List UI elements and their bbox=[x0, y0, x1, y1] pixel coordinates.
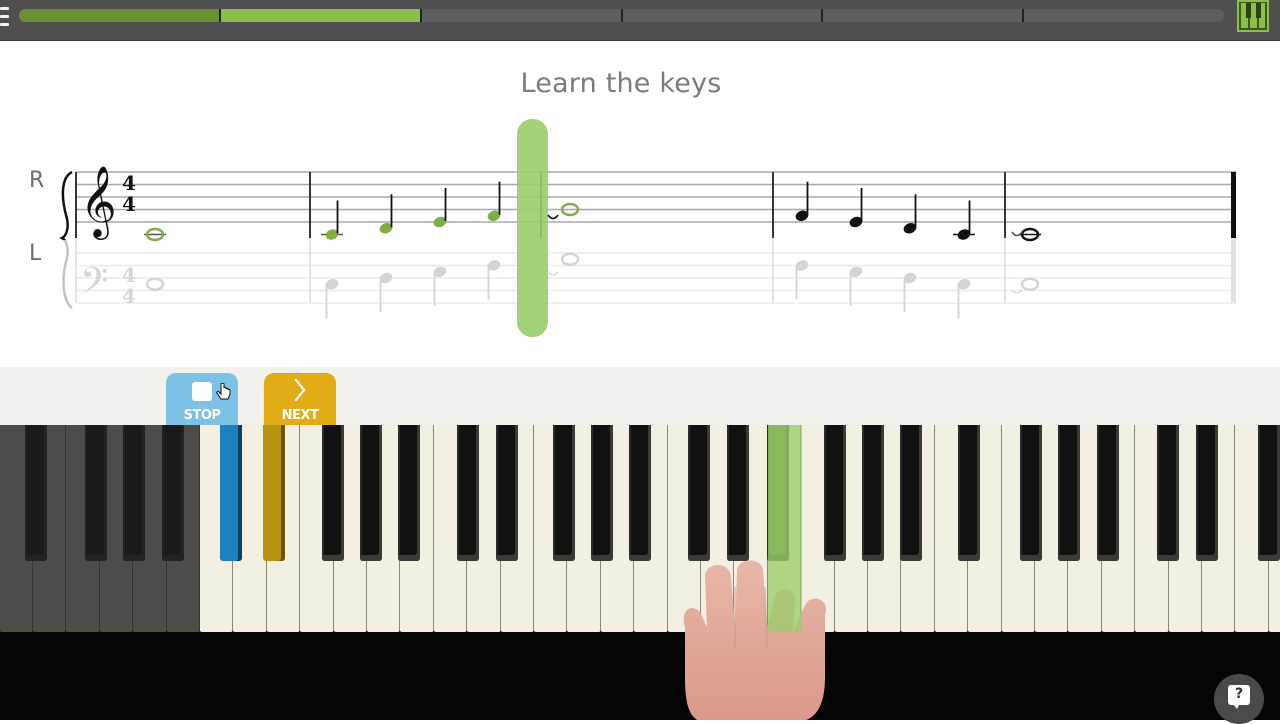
black-key[interactable] bbox=[360, 425, 382, 561]
progress-segment bbox=[822, 9, 1024, 22]
top-bar bbox=[0, 0, 1280, 41]
hamburger-menu-icon[interactable] bbox=[0, 5, 10, 29]
lesson-progress-bar bbox=[19, 9, 1224, 22]
black-key[interactable] bbox=[398, 425, 420, 561]
help-bubble-tail bbox=[1232, 703, 1240, 709]
tie-mark bbox=[547, 214, 559, 220]
bass-note bbox=[849, 266, 863, 306]
whole-note-head bbox=[145, 277, 165, 291]
treble-note bbox=[487, 181, 501, 221]
black-key[interactable] bbox=[900, 425, 922, 561]
black-key[interactable] bbox=[1157, 425, 1179, 561]
bass-note bbox=[325, 279, 339, 319]
treble-clef: 𝄞 bbox=[80, 164, 117, 240]
final-barline bbox=[1231, 172, 1236, 238]
progress-segment-divider bbox=[419, 9, 422, 22]
piano-keyboard-icon[interactable] bbox=[1237, 0, 1269, 32]
black-key[interactable] bbox=[688, 425, 710, 561]
progress-segment bbox=[420, 9, 622, 22]
progress-segment-divider bbox=[821, 9, 824, 22]
progress-segment bbox=[1023, 9, 1224, 22]
treble-note bbox=[1019, 227, 1041, 242]
help-button[interactable]: ? bbox=[1214, 674, 1264, 724]
black-key[interactable] bbox=[1097, 425, 1119, 561]
time-signature-bottom: 4 bbox=[122, 192, 136, 216]
whole-note-head bbox=[560, 252, 580, 266]
whole-note-head bbox=[1020, 277, 1040, 291]
black-key[interactable] bbox=[457, 425, 479, 561]
stop-highlight-key[interactable] bbox=[220, 425, 242, 561]
treble-note bbox=[849, 188, 863, 228]
black-key[interactable] bbox=[727, 425, 749, 561]
black-key[interactable] bbox=[1058, 425, 1080, 561]
bass-clef: 𝄢 bbox=[80, 260, 108, 311]
treble-note bbox=[321, 200, 343, 240]
progress-segment-divider bbox=[1022, 9, 1025, 22]
stop-button[interactable]: STOP bbox=[166, 373, 238, 429]
black-key[interactable] bbox=[629, 425, 651, 561]
bass-time-signature-bottom: 4 bbox=[122, 284, 136, 308]
progress-segment-divider bbox=[218, 9, 221, 22]
next-button[interactable]: NEXT bbox=[264, 373, 336, 429]
bass-tie-mark bbox=[547, 271, 559, 276]
progress-segment bbox=[19, 9, 220, 22]
piano-keyboard bbox=[0, 425, 1280, 720]
player-hand bbox=[683, 560, 827, 720]
bass-note bbox=[560, 252, 580, 266]
help-question-bubble-icon: ? bbox=[1228, 685, 1250, 705]
bass-note bbox=[433, 266, 447, 306]
out-of-range-keys-overlay bbox=[0, 425, 200, 632]
bass-note bbox=[903, 272, 917, 312]
treble-note bbox=[795, 181, 809, 221]
lesson-title: Learn the keys bbox=[520, 68, 722, 99]
progress-segment bbox=[621, 9, 823, 22]
treble-note bbox=[433, 188, 447, 228]
progress-segment-divider bbox=[620, 9, 623, 22]
black-key[interactable] bbox=[1196, 425, 1218, 561]
black-key[interactable] bbox=[496, 425, 518, 561]
bass-note bbox=[379, 272, 393, 312]
stop-square-icon bbox=[192, 382, 212, 401]
bass-note bbox=[1020, 277, 1040, 291]
sheet-music: 𝄞 𝄢 4 4 4 4 bbox=[55, 119, 1236, 337]
bass-note bbox=[145, 277, 165, 291]
black-key[interactable] bbox=[1020, 425, 1042, 561]
playhead bbox=[517, 119, 548, 337]
stop-button-label: STOP bbox=[183, 408, 221, 423]
bass-note bbox=[795, 260, 809, 300]
bass-note bbox=[957, 279, 971, 319]
help-icon-glyph: ? bbox=[1234, 686, 1244, 702]
next-button-label: NEXT bbox=[281, 408, 319, 423]
hand-pointer-cursor-icon bbox=[216, 383, 231, 400]
treble-note bbox=[144, 227, 166, 242]
final-bass-barline bbox=[1231, 238, 1236, 303]
target-key-overlay bbox=[768, 425, 802, 632]
black-key[interactable] bbox=[322, 425, 344, 561]
treble-note bbox=[903, 194, 917, 234]
black-key[interactable] bbox=[591, 425, 613, 561]
black-key[interactable] bbox=[958, 425, 980, 561]
treble-note bbox=[953, 200, 975, 240]
brace-lower-fade bbox=[55, 240, 77, 315]
progress-segment bbox=[219, 9, 421, 22]
black-key[interactable] bbox=[1258, 425, 1280, 561]
chevron-right-icon bbox=[294, 378, 306, 402]
bass-note bbox=[487, 260, 501, 300]
treble-note bbox=[379, 194, 393, 234]
black-key[interactable] bbox=[862, 425, 884, 561]
black-key[interactable] bbox=[553, 425, 575, 561]
black-key[interactable] bbox=[824, 425, 846, 561]
next-highlight-key[interactable] bbox=[263, 425, 285, 561]
